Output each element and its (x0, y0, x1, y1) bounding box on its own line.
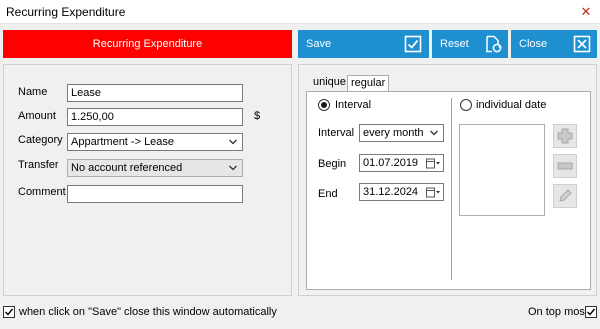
interval-label: Interval (318, 127, 355, 139)
remove-date-button[interactable] (553, 154, 577, 178)
reset-button[interactable]: Reset (432, 30, 508, 58)
transfer-value: No account referenced (71, 162, 183, 174)
auto-close-label: when click on "Save" close this window a… (19, 306, 277, 318)
individual-date-radio-label: individual date (476, 99, 547, 111)
pencil-icon (559, 189, 572, 202)
comment-label: Comment (18, 186, 66, 198)
interval-select[interactable]: every month (359, 124, 444, 142)
window-close-button[interactable]: ✕ (576, 2, 596, 22)
close-box-icon (573, 35, 591, 53)
transfer-label: Transfer (18, 159, 59, 171)
document-refresh-icon (486, 35, 502, 53)
minus-icon (557, 162, 573, 170)
checkmark-icon (587, 308, 596, 316)
currency-unit: $ (254, 110, 261, 122)
tab-page-regular (306, 91, 591, 290)
comment-field[interactable] (67, 185, 243, 203)
header-banner: Recurring Expenditure (3, 30, 292, 58)
end-label: End (318, 188, 338, 200)
interval-value: every month (363, 127, 424, 139)
category-label: Category (18, 134, 63, 146)
tab-regular[interactable]: regular (347, 75, 390, 91)
end-date-picker[interactable]: 31.12.2024 (359, 183, 444, 201)
on-top-checkbox[interactable] (585, 306, 597, 318)
tab-unique[interactable]: unique (310, 75, 349, 92)
individual-date-radio[interactable] (460, 99, 472, 111)
begin-date-value: 01.07.2019 (363, 157, 419, 169)
save-button[interactable]: Save (298, 30, 429, 58)
individual-dates-list[interactable] (459, 124, 545, 216)
divider (451, 98, 452, 280)
interval-radio[interactable] (318, 99, 330, 111)
calendar-dropdown-icon (426, 158, 440, 169)
end-date-value: 31.12.2024 (363, 186, 419, 198)
chevron-down-icon (430, 130, 438, 136)
on-top-label: On top most (528, 306, 588, 318)
close-button[interactable]: Close (511, 30, 597, 58)
category-value: Appartment -> Lease (71, 136, 175, 148)
interval-radio-label: Interval (335, 99, 372, 111)
transfer-select[interactable]: No account referenced (67, 159, 243, 177)
chevron-down-icon (229, 139, 237, 145)
reset-label: Reset (440, 38, 469, 50)
amount-field[interactable]: 1.250,00 (67, 108, 243, 126)
add-date-button[interactable] (553, 124, 577, 148)
auto-close-checkbox[interactable] (3, 306, 15, 318)
save-label: Save (306, 38, 332, 50)
calendar-dropdown-icon (426, 187, 440, 198)
checkmark-icon (5, 308, 14, 316)
category-select[interactable]: Appartment -> Lease (67, 133, 243, 151)
chevron-down-icon (229, 165, 237, 171)
check-box-icon (404, 35, 422, 53)
plus-icon (557, 128, 573, 144)
close-label: Close (519, 38, 548, 50)
window-title: Recurring Expenditure (6, 5, 126, 19)
amount-label: Amount (18, 110, 56, 122)
edit-date-button[interactable] (553, 184, 577, 208)
begin-date-picker[interactable]: 01.07.2019 (359, 154, 444, 172)
name-field[interactable]: Lease (67, 84, 243, 102)
name-label: Name (18, 86, 48, 98)
begin-label: Begin (318, 158, 347, 170)
